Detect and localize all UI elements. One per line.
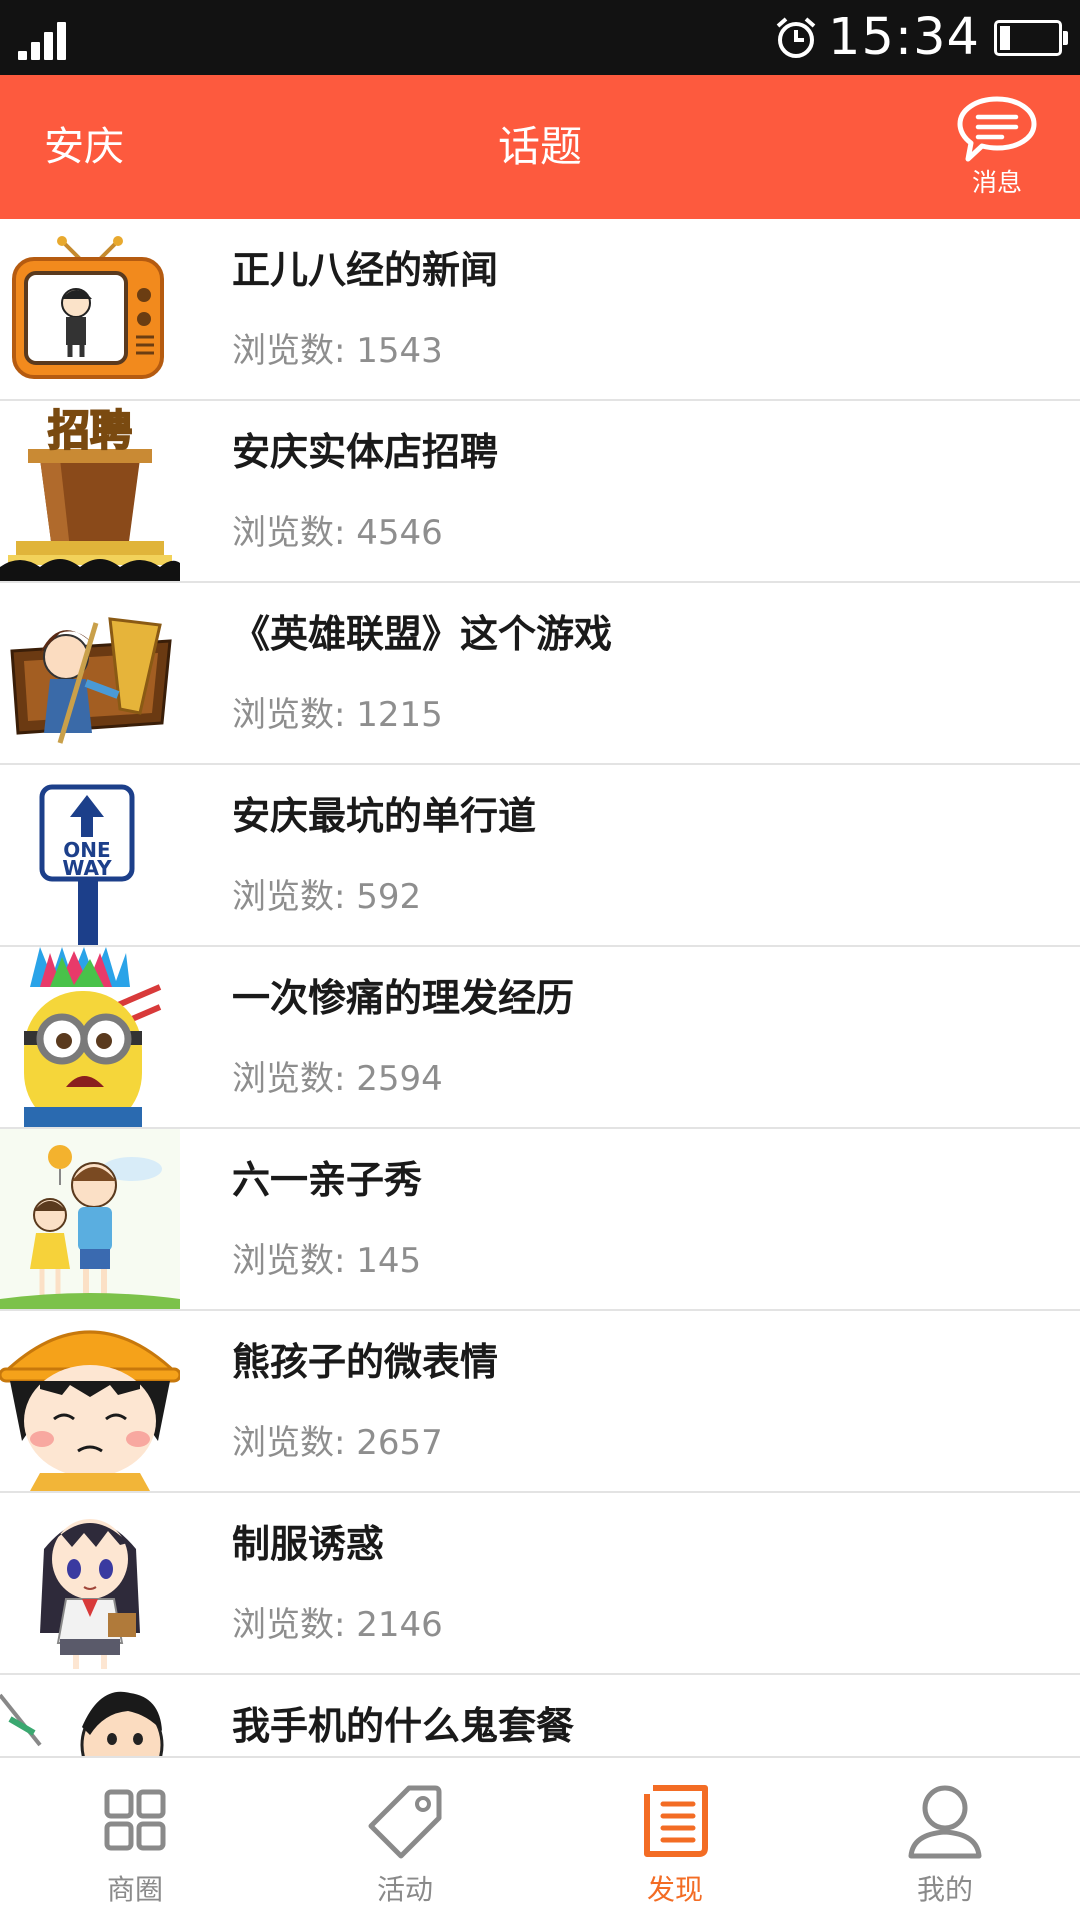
- topic-views: 浏览数: 2146: [232, 1605, 443, 1645]
- messages-label: 消息: [971, 168, 1022, 197]
- topic-row[interactable]: 制服诱惑 浏览数: 2146: [0, 1493, 1080, 1675]
- topic-title: 制服诱惑: [232, 1522, 385, 1566]
- tab-label: 我的: [916, 1873, 973, 1906]
- signal-icon: [18, 20, 70, 60]
- tab-wode[interactable]: 我的: [810, 1758, 1080, 1920]
- topic-views: 浏览数: 1543: [232, 331, 443, 371]
- topic-title: 正儿八经的新闻: [232, 248, 499, 292]
- battery-icon: [994, 19, 1068, 56]
- clock-time: 15:34: [828, 8, 980, 67]
- tab-label: 发现: [646, 1873, 703, 1906]
- app-header: 安庆 话题 消息: [0, 75, 1080, 219]
- anime-girl-icon: [0, 1493, 180, 1673]
- topic-row[interactable]: 正儿八经的新闻 浏览数: 1543: [0, 219, 1080, 401]
- status-bar: 15:34: [0, 0, 1080, 75]
- topic-title: 安庆最坑的单行道: [232, 794, 537, 838]
- topic-title: 六一亲子秀: [232, 1158, 423, 1202]
- cartoon-man-icon: [0, 1675, 180, 1756]
- person-icon: [908, 1785, 982, 1859]
- tab-faxian[interactable]: 发现: [540, 1758, 810, 1920]
- tab-huodong[interactable]: 活动: [270, 1758, 540, 1920]
- recruit-podium-icon: 招聘: [0, 401, 180, 581]
- list-document-icon: [644, 1785, 708, 1857]
- topic-views: 浏览数: 4546: [232, 513, 443, 553]
- tv-cartoon-icon: [0, 219, 180, 399]
- topic-row[interactable]: 熊孩子的微表情 浏览数: 2657: [0, 1311, 1080, 1493]
- topic-title: 一次惨痛的理发经历: [232, 976, 575, 1020]
- svg-text:招聘: 招聘: [48, 406, 132, 455]
- topic-row[interactable]: ONE WAY 安庆最坑的单行道 浏览数: 592: [0, 765, 1080, 947]
- topic-views: 浏览数: 2657: [232, 1423, 443, 1463]
- bottom-tab-bar: 商圈 活动 发现 我的: [0, 1756, 1080, 1920]
- minion-haircut-icon: [0, 947, 180, 1127]
- crying-girl-icon: [0, 1311, 180, 1491]
- topic-title: 安庆实体店招聘: [232, 430, 499, 474]
- tab-label: 商圈: [106, 1873, 163, 1906]
- one-way-sign-icon: ONE WAY: [0, 765, 180, 945]
- topic-row[interactable]: 《英雄联盟》这个游戏 浏览数: 1215: [0, 583, 1080, 765]
- topic-row[interactable]: 一次惨痛的理发经历 浏览数: 2594: [0, 947, 1080, 1129]
- topic-views: 浏览数: 592: [232, 877, 422, 917]
- alarm-clock-icon: [776, 16, 816, 58]
- parent-child-icon: [0, 1129, 180, 1309]
- topic-title: 《英雄联盟》这个游戏: [232, 612, 613, 656]
- chat-bubble-icon: [957, 96, 1037, 162]
- topic-row[interactable]: 六一亲子秀 浏览数: 145: [0, 1129, 1080, 1311]
- topic-views: 浏览数: 145: [232, 1241, 422, 1281]
- topic-views: 浏览数: 2594: [232, 1059, 443, 1099]
- topic-title: 我手机的什么鬼套餐: [232, 1704, 575, 1748]
- messages-button[interactable]: 消息: [954, 95, 1040, 199]
- tab-label: 活动: [376, 1873, 433, 1906]
- tag-icon: [368, 1785, 442, 1859]
- svg-text:WAY: WAY: [62, 856, 112, 880]
- topic-row[interactable]: 招聘 安庆实体店招聘 浏览数: 4546: [0, 401, 1080, 583]
- game-hero-icon: [0, 583, 180, 763]
- topic-row[interactable]: 我手机的什么鬼套餐: [0, 1675, 1080, 1756]
- topic-views: 浏览数: 1215: [232, 695, 443, 735]
- page-title: 话题: [497, 122, 582, 171]
- tab-shangquan[interactable]: 商圈: [0, 1758, 270, 1920]
- grid-icon: [104, 1789, 166, 1851]
- topic-list: 正儿八经的新闻 浏览数: 1543 招聘 安庆实体店招聘 浏览数: 4546 《…: [0, 219, 1080, 1756]
- topic-title: 熊孩子的微表情: [232, 1340, 499, 1384]
